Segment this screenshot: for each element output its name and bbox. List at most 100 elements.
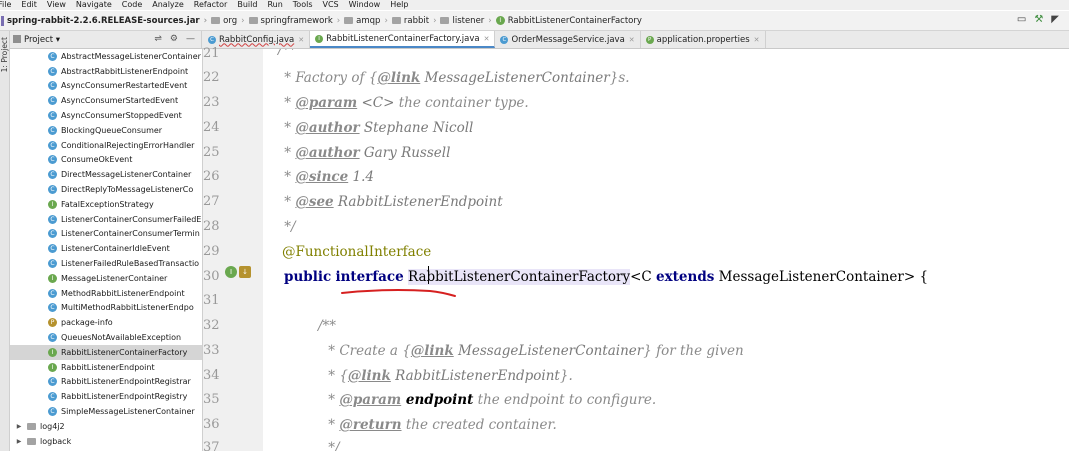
list-item[interactable]: C MultiMethodRabbitListenerEndpo (10, 301, 202, 316)
list-item[interactable]: Ppackage-info (10, 315, 202, 330)
menu-refactor[interactable]: Refactor (194, 0, 228, 10)
override-arrow-icon[interactable]: ↓ (239, 266, 251, 278)
layout-icon[interactable]: ▭ (1017, 14, 1026, 25)
collapse-icon[interactable]: ⇌ (154, 34, 162, 44)
folder-icon (391, 17, 401, 24)
folder-icon (211, 17, 221, 24)
menu-build[interactable]: Build (237, 0, 257, 10)
tab-ordermessageservice[interactable]: C OrderMessageService.java ✕ (495, 31, 641, 48)
breadcrumb-rabbit[interactable]: rabbit › (391, 16, 441, 26)
arrow-icon[interactable]: ◤ (1051, 14, 1059, 25)
folder-icon (27, 422, 36, 430)
line-number: 37 (203, 440, 220, 455)
list-item[interactable]: C QueuesNotAvailableException (10, 330, 202, 345)
close-icon[interactable]: ✕ (298, 36, 304, 44)
gear-icon[interactable]: ⚙ (170, 34, 178, 44)
class-icon: C (48, 51, 57, 61)
menu-file[interactable]: File (0, 0, 11, 10)
class-icon: C (48, 259, 57, 269)
breadcrumb-amqp[interactable]: amqp › (344, 16, 392, 26)
breadcrumb-listener[interactable]: listener › (440, 16, 495, 26)
code-editor[interactable]: /** * Factory of {@link MessageListenerC… (264, 49, 1069, 451)
list-item[interactable]: C SimpleMessageListenerContainer (10, 404, 202, 419)
menu-code[interactable]: Code (122, 0, 142, 10)
line-number: 31 (203, 293, 220, 308)
list-item[interactable]: C AbstractRabbitListenerEndpoint (10, 64, 202, 79)
implemented-icon[interactable]: I (225, 266, 237, 278)
menu-view[interactable]: View (47, 0, 66, 10)
editor-tabs: C RabbitConfig.java ✕ I RabbitListenerCo… (203, 31, 766, 48)
menu-navigate[interactable]: Navigate (76, 0, 112, 10)
close-icon[interactable]: ✕ (754, 36, 760, 44)
code-line-36: * @return the created container. (324, 417, 557, 433)
class-icon: C (48, 155, 57, 165)
menu-help[interactable]: Help (390, 0, 408, 10)
list-item[interactable]: C RabbitListenerEndpointRegistry (10, 389, 202, 404)
list-item[interactable]: C ListenerContainerIdleEvent (10, 241, 202, 256)
build-hammer-icon[interactable]: ⚒ (1034, 14, 1043, 25)
class-icon: C (500, 35, 509, 44)
folder-item-log4j2[interactable]: ▶ log4j2 (10, 419, 202, 434)
menu-analyze[interactable]: Analyze (152, 0, 184, 10)
menu-edit[interactable]: Edit (21, 0, 37, 10)
class-icon: C (48, 214, 57, 224)
code-line-32: /** (318, 318, 337, 334)
list-item[interactable]: C AbstractMessageListenerContainer (10, 49, 202, 64)
breadcrumb: spring-rabbit-2.2.6.RELEASE-sources.jar ›… (0, 11, 1069, 31)
project-view-selector[interactable]: Project ▾ (24, 35, 60, 45)
list-item[interactable]: C DirectReplyToMessageListenerCo (10, 182, 202, 197)
breadcrumb-springframework[interactable]: springframework › (248, 16, 345, 26)
list-item[interactable]: C ConditionalRejectingErrorHandler (10, 138, 202, 153)
list-item[interactable]: C ConsumeOkEvent (10, 153, 202, 168)
list-item[interactable]: C BlockingQueueConsumer (10, 123, 202, 138)
line-number: 24 (203, 120, 220, 135)
red-underline-annotation (341, 288, 456, 297)
class-icon: C (48, 303, 57, 313)
close-icon[interactable]: ✕ (484, 35, 490, 43)
line-number: 21 (203, 46, 220, 61)
list-item-selected[interactable]: I RabbitListenerContainerFactory (10, 345, 202, 360)
list-item[interactable]: C MethodRabbitListenerEndpoint (10, 286, 202, 301)
list-item[interactable]: C RabbitListenerEndpointRegistrar (10, 375, 202, 390)
line-number: 35 (203, 392, 220, 407)
class-icon: C (48, 140, 57, 150)
line-number: 25 (203, 145, 220, 160)
project-tool-button[interactable]: 1: Project (0, 37, 9, 72)
list-item[interactable]: C DirectMessageListenerContainer (10, 167, 202, 182)
line-number: 28 (203, 219, 220, 234)
list-item[interactable]: I RabbitListenerEndpoint (10, 360, 202, 375)
list-item[interactable]: C AsyncConsumerRestartedEvent (10, 79, 202, 94)
list-item[interactable]: C AsyncConsumerStartedEvent (10, 93, 202, 108)
breadcrumb-org[interactable]: org › (211, 16, 248, 26)
menu-run[interactable]: Run (267, 0, 282, 10)
breadcrumb-jar[interactable]: spring-rabbit-2.2.6.RELEASE-sources.jar › (0, 15, 211, 26)
folder-item-logback[interactable]: ▶ logback (10, 434, 202, 449)
menu-vcs[interactable]: VCS (323, 0, 339, 10)
list-item[interactable]: C ListenerContainerConsumerTermin (10, 227, 202, 242)
close-icon[interactable]: ✕ (629, 36, 635, 44)
tab-rabbitlistenercontainerfactory[interactable]: I RabbitListenerContainerFactory.java ✕ (310, 31, 496, 48)
tab-application-properties[interactable]: P application.properties ✕ (641, 31, 766, 48)
code-line-35: * @param endpoint the endpoint to config… (324, 392, 657, 408)
project-tree: C AbstractMessageListenerContainer C Abstr… (10, 49, 203, 451)
class-icon: C (48, 333, 57, 343)
breadcrumb-file[interactable]: I RabbitListenerContainerFactory (495, 16, 642, 26)
list-item[interactable]: C ListenerContainerConsumerFailedE (10, 212, 202, 227)
interface-icon: I (495, 16, 505, 25)
project-icon (13, 35, 21, 43)
chevron-right-icon[interactable]: ▶ (14, 423, 24, 430)
code-line-27: * @see RabbitListenerEndpoint (280, 194, 503, 210)
minimize-icon[interactable]: — (186, 34, 195, 44)
class-icon: C (48, 170, 57, 180)
class-icon: C (48, 81, 57, 91)
list-item[interactable]: C ListenerFailedRuleBasedTransactio (10, 256, 202, 271)
list-item[interactable]: C AsyncConsumerStoppedEvent (10, 108, 202, 123)
menu-tools[interactable]: Tools (293, 0, 313, 10)
menu-window[interactable]: Window (349, 0, 381, 10)
chevron-right-icon[interactable]: ▶ (14, 438, 24, 445)
code-line-24: * @author Stephane Nicoll (280, 120, 474, 136)
list-item[interactable]: I MessageListenerContainer (10, 271, 202, 286)
class-icon: C (48, 392, 57, 402)
class-icon: C (48, 66, 57, 76)
list-item[interactable]: I FatalExceptionStrategy (10, 197, 202, 212)
